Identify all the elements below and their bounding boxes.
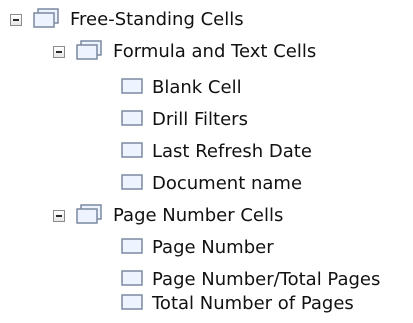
cell-icon xyxy=(120,292,144,317)
collapse-toggle-page-number-cells[interactable] xyxy=(53,210,65,222)
tree-leaf-last-refresh-date[interactable]: Last Refresh Date xyxy=(120,136,312,168)
tree-node-free-standing-cells[interactable]: Free-Standing Cells xyxy=(10,4,244,36)
collapse-toggle-root[interactable] xyxy=(10,14,22,26)
cell-icon xyxy=(120,236,144,261)
tree-leaf-label: Drill Filters xyxy=(152,109,248,130)
collapse-toggle-formula-and-text-cells[interactable] xyxy=(53,46,65,58)
tree-leaf-page-number[interactable]: Page Number xyxy=(120,232,274,264)
tree-node-label: Free-Standing Cells xyxy=(70,9,244,30)
cell-icon xyxy=(120,76,144,101)
tree-leaf-label: Page Number/Total Pages xyxy=(152,269,381,290)
tree-leaf-label: Page Number xyxy=(152,237,274,258)
stacked-cell-icon xyxy=(75,39,105,66)
tree-node-label: Formula and Text Cells xyxy=(113,41,317,62)
stacked-cell-icon xyxy=(75,203,105,230)
tree-node-page-number-cells[interactable]: Page Number Cells xyxy=(53,200,283,232)
cell-icon xyxy=(120,108,144,133)
tree-leaf-drill-filters[interactable]: Drill Filters xyxy=(120,104,248,136)
tree-node-label: Page Number Cells xyxy=(113,205,284,226)
stacked-cell-icon xyxy=(32,7,62,34)
cell-icon xyxy=(120,140,144,165)
tree-leaf-label: Total Number of Pages xyxy=(152,293,354,314)
tree-leaf-label: Blank Cell xyxy=(152,77,242,98)
cell-icon xyxy=(120,172,144,197)
tree-node-formula-and-text-cells[interactable]: Formula and Text Cells xyxy=(53,36,316,68)
tree-leaf-document-name[interactable]: Document name xyxy=(120,168,302,200)
tree-leaf-label: Document name xyxy=(152,173,303,194)
tree-leaf-total-number-of-pages[interactable]: Total Number of Pages xyxy=(120,288,354,320)
tree-leaf-label: Last Refresh Date xyxy=(152,141,312,162)
tree-leaf-blank-cell[interactable]: Blank Cell xyxy=(120,72,242,104)
